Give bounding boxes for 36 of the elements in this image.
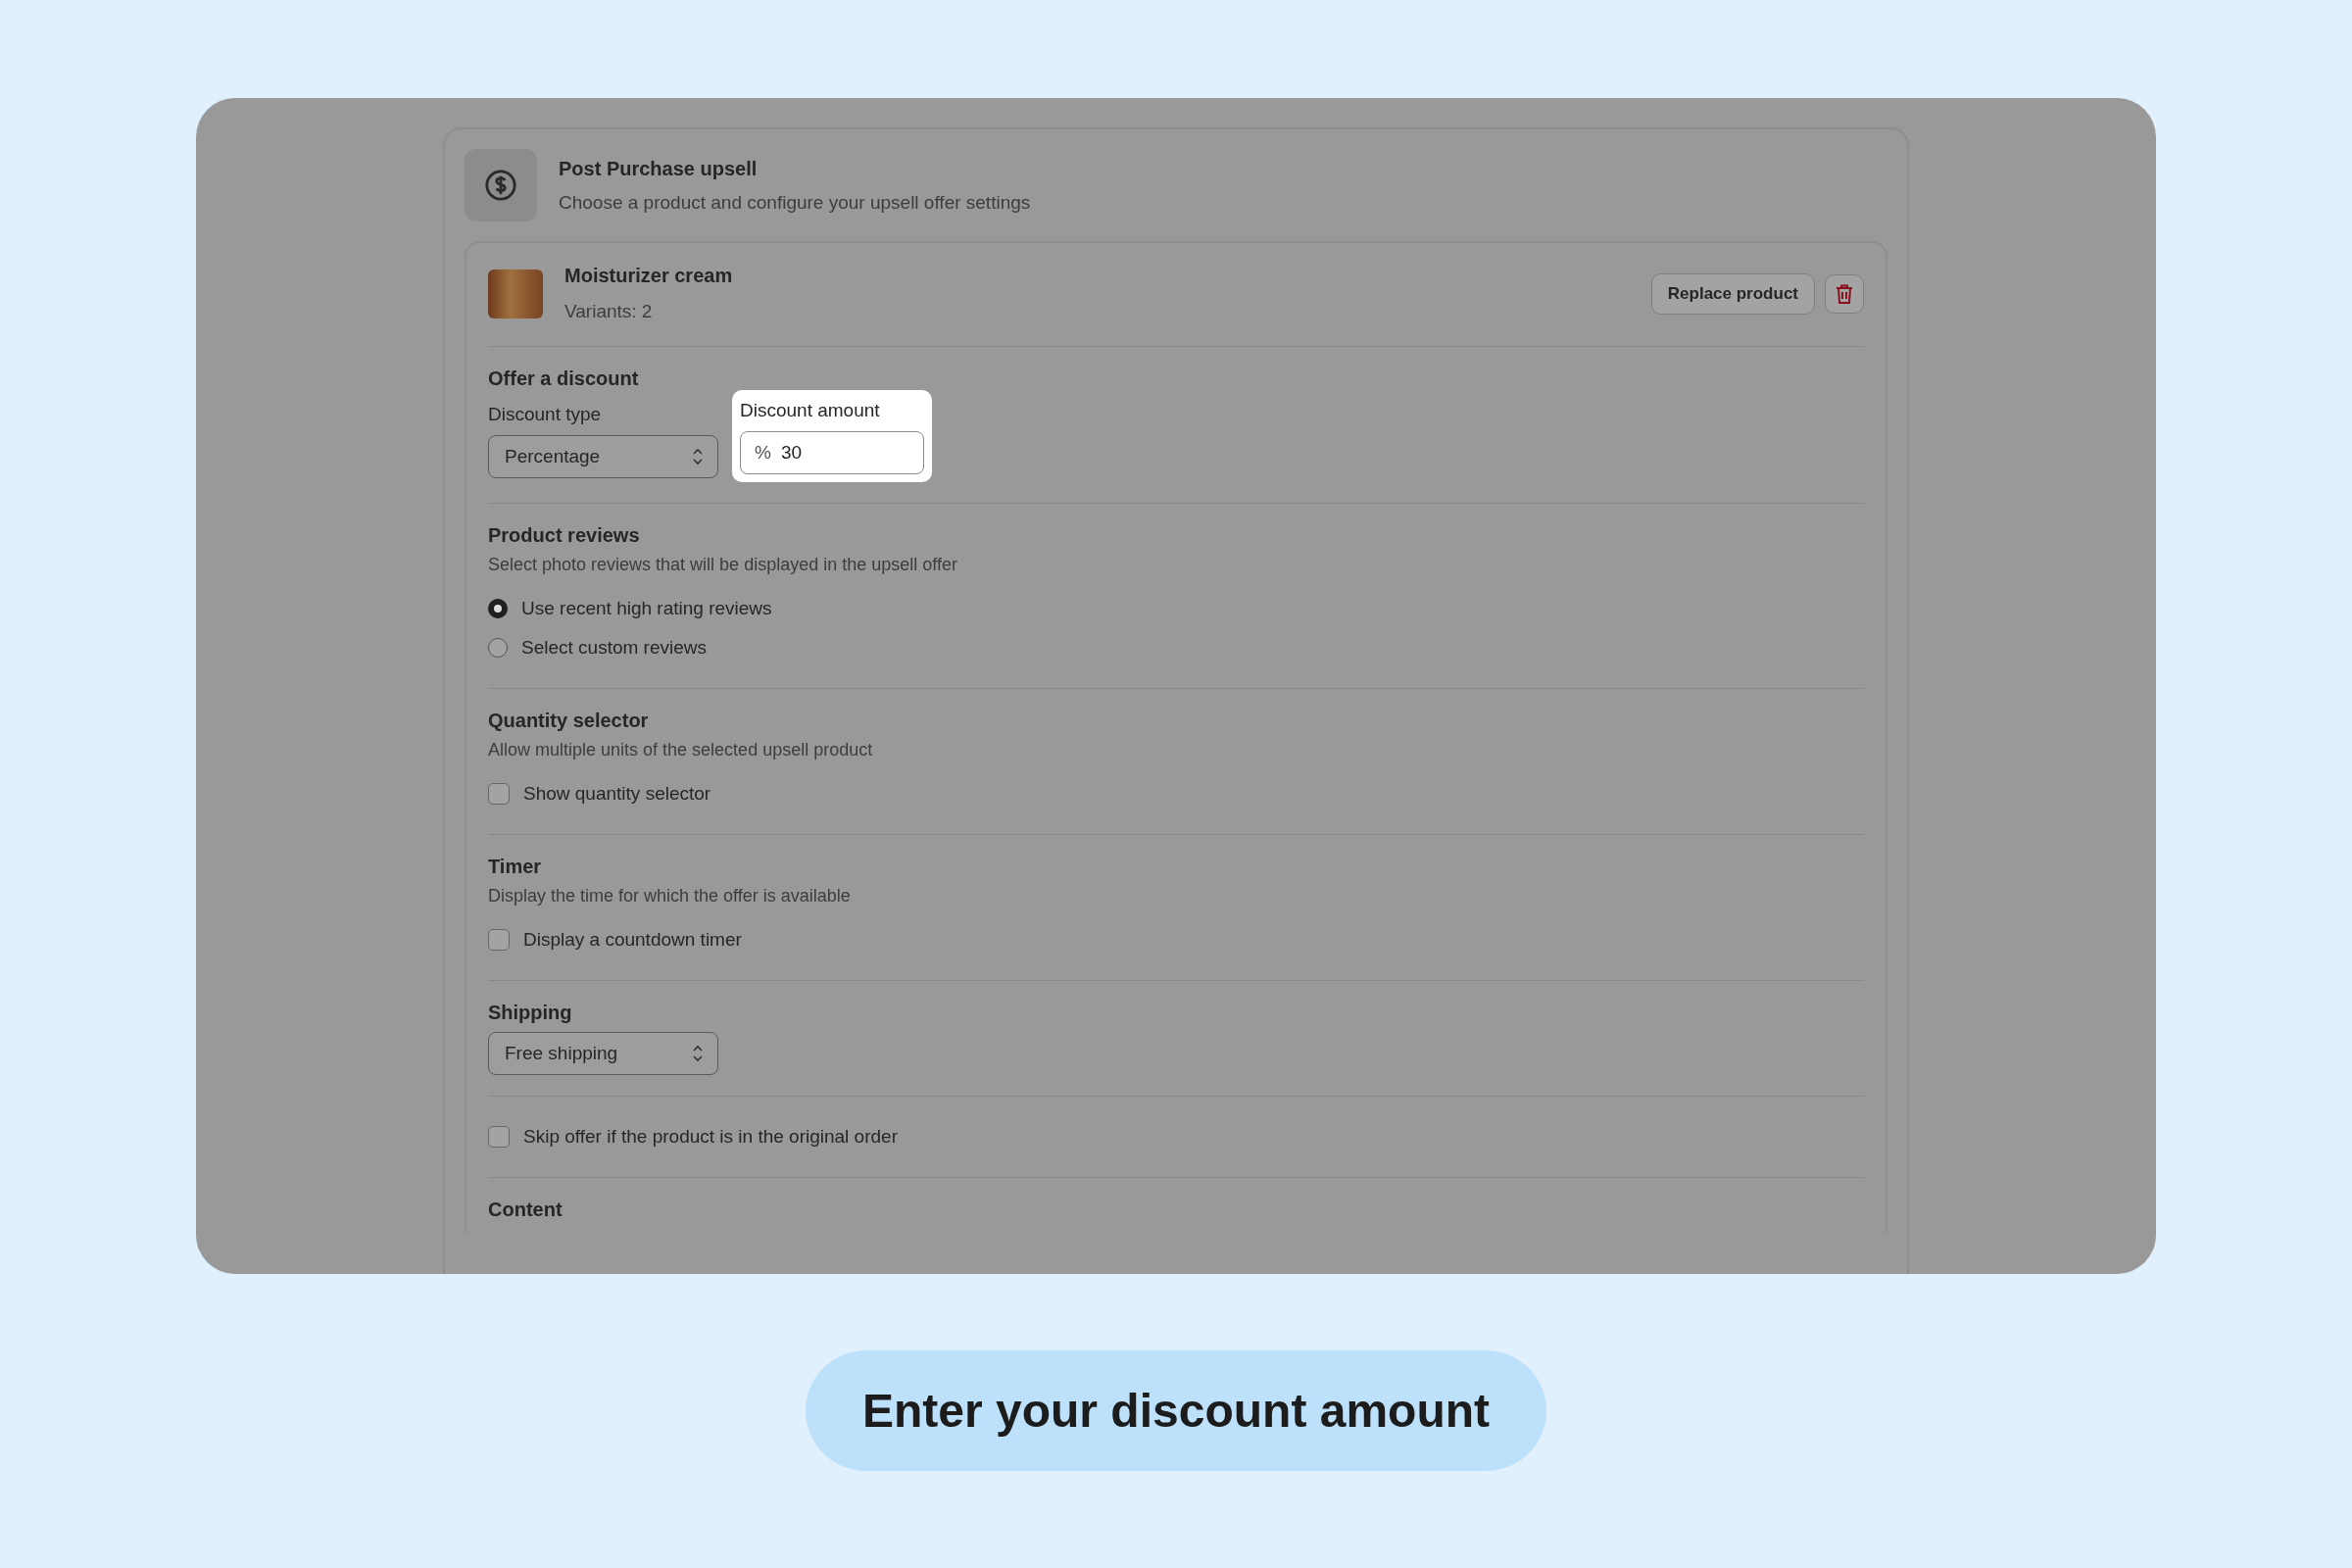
section-heading: Offer a discount (488, 368, 640, 390)
checkbox[interactable] (488, 1126, 510, 1148)
section-heading: Product reviews (488, 524, 641, 547)
delete-button[interactable] (1825, 273, 1864, 314)
section-heading: Timer (488, 856, 543, 878)
option-label: Use recent high rating reviews (521, 598, 772, 619)
radio-button[interactable] (488, 638, 508, 658)
product-variants: Variants: 2 (564, 301, 654, 322)
chevron-up-down-icon (692, 1045, 704, 1062)
discount-type-select[interactable]: Percentage (488, 435, 718, 478)
checkbox[interactable] (488, 783, 510, 805)
radio-button[interactable] (488, 599, 508, 618)
option-label: Show quantity selector (523, 783, 711, 805)
discount-amount-field[interactable]: % 30 (740, 431, 924, 474)
field-label: Discount amount (740, 400, 881, 421)
checkbox[interactable] (488, 929, 510, 951)
option-label: Select custom reviews (521, 637, 707, 659)
dollar-icon (465, 149, 537, 221)
section-description: Select photo reviews that will be displayed in the upsell offer (488, 555, 958, 575)
photo-placeholder (488, 269, 543, 318)
section-description: Allow multiple units of the selected upsell product (488, 740, 874, 760)
replace-product-button[interactable]: Replace product (1650, 272, 1815, 315)
trash-icon (1836, 283, 1853, 304)
product-name: Moisturizer cream (564, 265, 734, 287)
shipping-select[interactable]: Free shipping (488, 1032, 718, 1075)
option-label: Display a countdown timer (523, 929, 742, 951)
card-title: Post Purchase upsell (559, 157, 759, 180)
card-subtitle: Choose a product and configure your upsell offer settings (559, 191, 1031, 214)
chevron-up-down-icon (692, 448, 704, 466)
section-heading: Quantity selector (488, 710, 650, 732)
section-heading: Content (488, 1199, 564, 1221)
section-description: Display the time for which the offer is available (488, 886, 852, 906)
section-heading: Shipping (488, 1002, 573, 1024)
option-label: Skip offer if the product is in the original order (523, 1126, 898, 1148)
caption-banner: Enter your discount amount (806, 1350, 1546, 1471)
field-label: Discount type (488, 404, 603, 425)
